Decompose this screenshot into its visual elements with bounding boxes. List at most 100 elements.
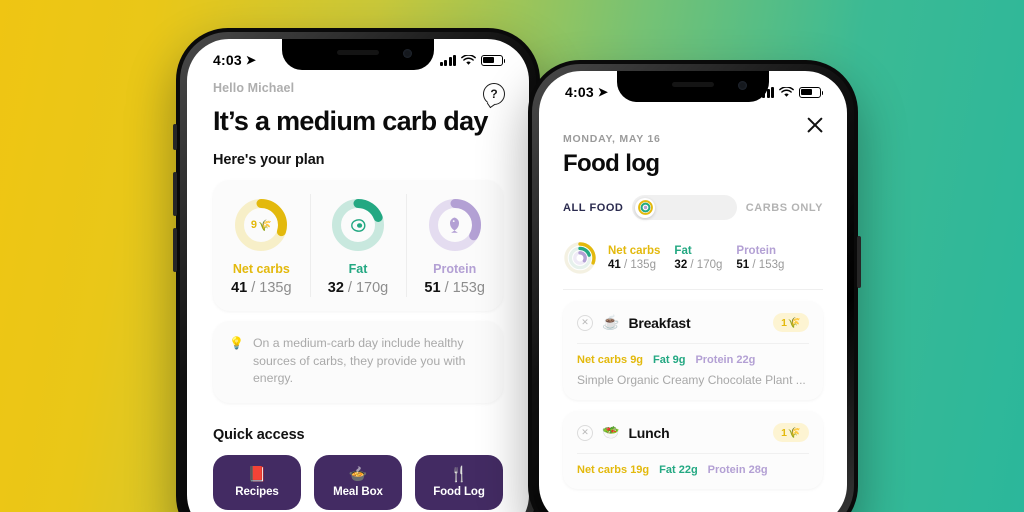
remove-icon[interactable]: ✕ [577, 314, 593, 331]
macro-value: 51 / 153g [424, 280, 485, 297]
fish-icon [427, 197, 483, 253]
meal-macros: Net carbs 19g Fat 22g Protein 28g [577, 464, 809, 476]
close-icon[interactable] [805, 115, 825, 135]
summary-protein: Protein 51 / 153g [736, 244, 785, 272]
meal-card-lunch[interactable]: ✕ 🥗 Lunch 1 🌾 Net carbs 19g Fat 22g Prote… [563, 411, 823, 489]
cellular-bars-icon [439, 54, 456, 66]
location-arrow-icon: ➤ [245, 53, 257, 67]
status-indicators [439, 54, 506, 66]
macro-net-carbs[interactable]: 9 🌾 Net carbs 41 / 135g [213, 180, 310, 311]
avocado-icon [330, 197, 386, 253]
filter-carbs-only-label[interactable]: CARBS ONLY [746, 202, 823, 214]
fat-ring [330, 197, 386, 253]
recipes-button[interactable]: 📕 Recipes [213, 454, 301, 510]
meal-name: Lunch [628, 424, 670, 441]
macro-fat[interactable]: Fat 32 / 170g [309, 180, 407, 311]
quick-access-title: Quick access [213, 426, 305, 443]
meal-header: ✕ 🥗 Lunch 1 🌾 [577, 423, 809, 453]
phone-left: 4:03 ➤ Hello Michael ? It’s a medium car… [173, 28, 540, 512]
phone-right: 4:03 ➤ MONDAY, MAY 16 Food log ALL FOOD [528, 60, 861, 512]
meal-description: Simple Organic Creamy Chocolate Plant ..… [577, 373, 806, 387]
home-content: Hello Michael ? It’s a medium carb day H… [187, 81, 529, 510]
meal-body: Net carbs 9g Fat 9g Protein 22g Simple O… [577, 343, 809, 387]
summary-fat: Fat 32 / 170g [674, 244, 723, 272]
macro-value: 41 / 135g [231, 280, 292, 297]
help-icon[interactable]: ? [483, 83, 505, 105]
meal-macro-protein: Protein 22g [695, 354, 756, 366]
location-arrow-icon: ➤ [597, 85, 609, 99]
battery-icon [481, 54, 506, 66]
power-button[interactable] [857, 236, 861, 288]
page-title: It’s a medium carb day [213, 106, 488, 136]
food-log-button[interactable]: 🍴 Food Log [415, 454, 503, 510]
macro-label: Fat [348, 262, 368, 277]
rings-icon [637, 200, 653, 215]
tip-card: 💡 On a medium-carb day include healthy s… [213, 321, 503, 403]
status-time: 4:03 [213, 52, 242, 68]
status-bar-left: 4:03 ➤ [187, 39, 529, 73]
macro-value: 32 / 170g [327, 280, 389, 297]
macro-label: Protein [433, 262, 477, 277]
fork-knife-icon: 🍴 [449, 465, 469, 483]
plan-subheading: Here's your plan [213, 152, 325, 169]
macro-protein[interactable]: Protein 51 / 153g [406, 180, 503, 311]
protein-ring [427, 197, 483, 253]
phone-right-screen: 4:03 ➤ MONDAY, MAY 16 Food log ALL FOOD [539, 71, 847, 512]
quick-access-label: Meal Box [333, 485, 383, 498]
wheat-icon: 🌾 [787, 317, 801, 329]
status-bar-right: 4:03 ➤ [539, 71, 847, 105]
macro-label: Net carbs [232, 262, 290, 277]
filter-all-food-label[interactable]: ALL FOOD [563, 202, 623, 214]
greeting-text: Hello Michael [213, 81, 295, 95]
meal-macro-fat: Fat 22g [659, 464, 698, 476]
status-time-group: 4:03 ➤ [213, 52, 256, 68]
status-badge: 1 🌾 [773, 313, 809, 332]
status-time-group: 4:03 ➤ [565, 84, 608, 100]
net-carbs-ring: 9 🌾 [233, 197, 289, 253]
lightbulb-icon: 💡 [229, 336, 244, 351]
daily-summary-row: Net carbs 41 / 135g Fat 32 / 170g Protei… [563, 226, 823, 290]
food-filter-toggle[interactable] [632, 195, 738, 220]
status-indicators [757, 86, 824, 98]
concentric-rings-icon [563, 241, 597, 275]
meal-box-icon: 🍲 [348, 465, 368, 483]
meal-card-breakfast[interactable]: ✕ ☕ Breakfast 1 🌾 Net carbs 9g Fat 9g Pro… [563, 301, 823, 400]
coffee-icon: ☕ [602, 314, 620, 330]
meal-macro-fat: Fat 9g [653, 354, 686, 366]
salad-icon: 🥗 [602, 424, 620, 440]
food-log-content: MONDAY, MAY 16 Food log ALL FOOD CARBS O… [539, 133, 847, 489]
volume-up-button[interactable] [173, 172, 177, 216]
meal-macro-net-carbs: Net carbs 9g [577, 354, 644, 366]
quick-access-label: Food Log [433, 485, 485, 498]
battery-icon [799, 86, 824, 98]
meal-body: Net carbs 19g Fat 22g Protein 28g [577, 453, 809, 476]
cellular-bars-icon [757, 86, 774, 98]
summary-macros: Net carbs 41 / 135g Fat 32 / 170g Protei… [608, 245, 784, 272]
quick-access-row: 📕 Recipes 🍲 Meal Box 🍴 Food Log [213, 454, 503, 510]
wheat-icon: 🌾 [787, 427, 801, 439]
volume-down-button[interactable] [173, 228, 177, 272]
date-label: MONDAY, MAY 16 [563, 133, 661, 145]
phone-left-screen: 4:03 ➤ Hello Michael ? It’s a medium car… [187, 39, 529, 512]
wheat-icon: 9 🌾 [250, 219, 272, 232]
meal-macro-net-carbs: Net carbs 19g [577, 464, 650, 476]
meal-name: Breakfast [628, 314, 691, 331]
remove-icon[interactable]: ✕ [577, 424, 593, 441]
meal-box-button[interactable]: 🍲 Meal Box [314, 454, 402, 510]
meal-macros: Net carbs 9g Fat 9g Protein 22g [577, 354, 809, 366]
food-log-title: Food log [563, 150, 660, 177]
mute-switch[interactable] [173, 124, 177, 150]
meal-macro-protein: Protein 28g [707, 464, 768, 476]
food-filter-segmented-control: ALL FOOD CARBS ONLY [563, 195, 823, 220]
wifi-icon [461, 54, 476, 65]
toggle-knob [635, 197, 656, 218]
macro-summary-card: 9 🌾 Net carbs 41 / 135g Fat 32 / 170g Pr… [213, 180, 503, 312]
tip-text: On a medium-carb day include healthy sou… [252, 336, 466, 386]
status-badge: 1 🌾 [773, 423, 809, 442]
quick-access-label: Recipes [235, 485, 279, 498]
status-time: 4:03 [565, 84, 594, 100]
summary-net-carbs: Net carbs 41 / 135g [608, 244, 661, 272]
book-icon: 📕 [247, 465, 267, 483]
wifi-icon [779, 86, 794, 97]
meal-header: ✕ ☕ Breakfast 1 🌾 [577, 313, 809, 343]
